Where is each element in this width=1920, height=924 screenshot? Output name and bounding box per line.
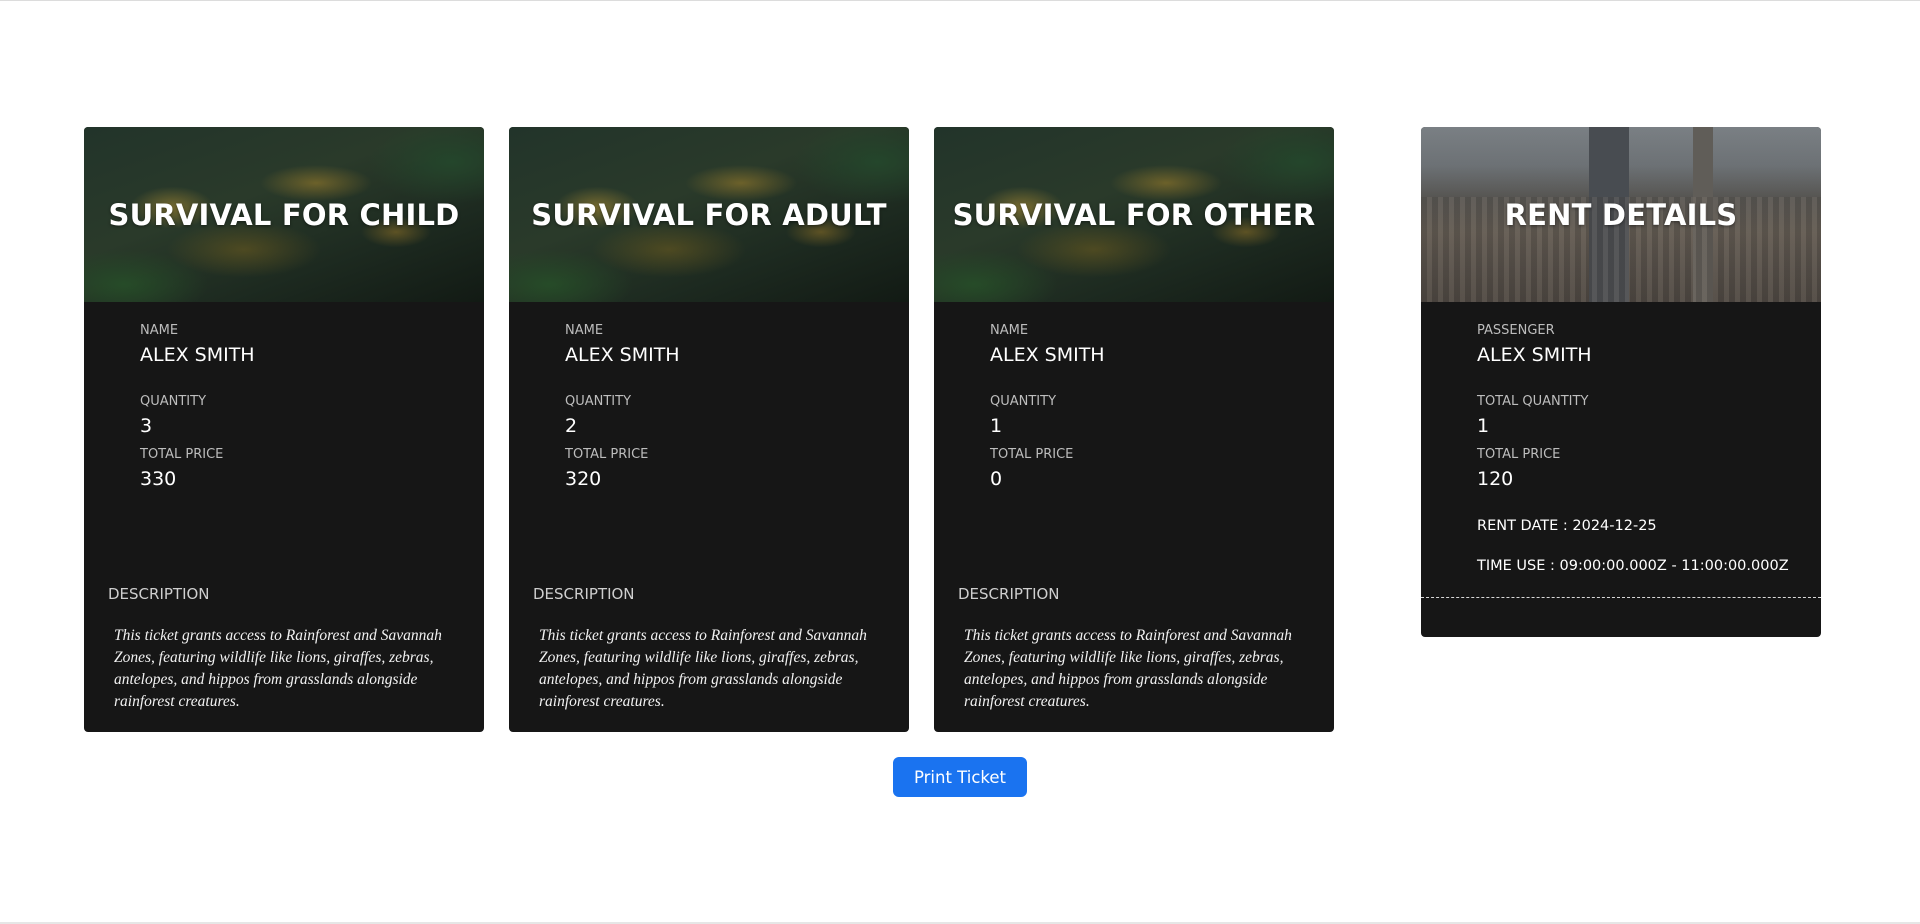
name-field: NAME ALEX SMITH (990, 323, 1105, 367)
description-text: This ticket grants access to Rainforest … (539, 627, 867, 710)
quantity-label: QUANTITY (140, 394, 207, 409)
quantity-label: QUANTITY (990, 394, 1057, 409)
rent-price-value: 120 (1477, 468, 1514, 490)
rent-date: RENT DATE : 2024-12-25 (1477, 518, 1657, 534)
price-value: 320 (565, 468, 602, 490)
ticket-card-adult: SURVIVAL FOR ADULT NAME ALEX SMITH QUANT… (509, 127, 909, 732)
price-label: TOTAL PRICE (990, 447, 1074, 462)
price-label: TOTAL PRICE (140, 447, 224, 462)
total-quantity-field: TOTAL QUANTITY 1 (1477, 394, 1588, 438)
quantity-value: 1 (990, 415, 1003, 437)
quantity-label: QUANTITY (565, 394, 632, 409)
quantity-value: 2 (565, 415, 578, 437)
time-use: TIME USE : 09:00:00.000Z - 11:00:00.000Z (1477, 558, 1789, 574)
quantity-field: QUANTITY 3 (140, 394, 206, 438)
description-label: DESCRIPTION (533, 585, 635, 603)
price-value: 330 (140, 468, 177, 490)
total-quantity-value: 1 (1477, 415, 1490, 437)
price-value: 0 (990, 468, 1003, 490)
price-field: TOTAL PRICE 320 (565, 447, 648, 491)
quantity-field: QUANTITY 2 (565, 394, 631, 438)
quantity-field: QUANTITY 1 (990, 394, 1056, 438)
ticket-hero-image: SURVIVAL FOR CHILD (84, 127, 484, 302)
quantity-value: 3 (140, 415, 153, 437)
ticket-hero-image: SURVIVAL FOR OTHER (934, 127, 1334, 302)
name-field: NAME ALEX SMITH (565, 323, 680, 367)
ticket-card-child: SURVIVAL FOR CHILD NAME ALEX SMITH QUANT… (84, 127, 484, 732)
price-label: TOTAL PRICE (565, 447, 649, 462)
print-ticket-button[interactable]: Print Ticket (893, 757, 1027, 797)
rent-title: RENT DETAILS (1504, 197, 1738, 232)
rent-price-field: TOTAL PRICE 120 (1477, 447, 1560, 491)
ticket-card-other: SURVIVAL FOR OTHER NAME ALEX SMITH QUANT… (934, 127, 1334, 732)
price-field: TOTAL PRICE 330 (140, 447, 223, 491)
name-value: ALEX SMITH (990, 344, 1105, 366)
rent-price-label: TOTAL PRICE (1477, 447, 1561, 462)
rent-hero-image: RENT DETAILS (1421, 127, 1821, 302)
ticket-cards: SURVIVAL FOR CHILD NAME ALEX SMITH QUANT… (0, 127, 1920, 732)
name-label: NAME (140, 323, 179, 338)
dashed-divider (1421, 597, 1821, 598)
price-field: TOTAL PRICE 0 (990, 447, 1073, 491)
passenger-label: PASSENGER (1477, 323, 1555, 338)
name-field: NAME ALEX SMITH (140, 323, 255, 367)
name-value: ALEX SMITH (565, 344, 680, 366)
description-text: This ticket grants access to Rainforest … (964, 627, 1292, 710)
passenger-value: ALEX SMITH (1477, 344, 1592, 366)
total-quantity-label: TOTAL QUANTITY (1477, 394, 1589, 409)
name-label: NAME (565, 323, 604, 338)
ticket-title: SURVIVAL FOR CHILD (108, 197, 460, 232)
description-label: DESCRIPTION (958, 585, 1060, 603)
passenger-field: PASSENGER ALEX SMITH (1477, 323, 1592, 367)
name-value: ALEX SMITH (140, 344, 255, 366)
ticket-hero-image: SURVIVAL FOR ADULT (509, 127, 909, 302)
ticket-title: SURVIVAL FOR ADULT (531, 197, 887, 232)
description-text: This ticket grants access to Rainforest … (114, 627, 442, 710)
name-label: NAME (990, 323, 1029, 338)
description-label: DESCRIPTION (108, 585, 210, 603)
rent-details-card: RENT DETAILS PASSENGER ALEX SMITH TOTAL … (1421, 127, 1821, 637)
ticket-title: SURVIVAL FOR OTHER (952, 197, 1316, 232)
